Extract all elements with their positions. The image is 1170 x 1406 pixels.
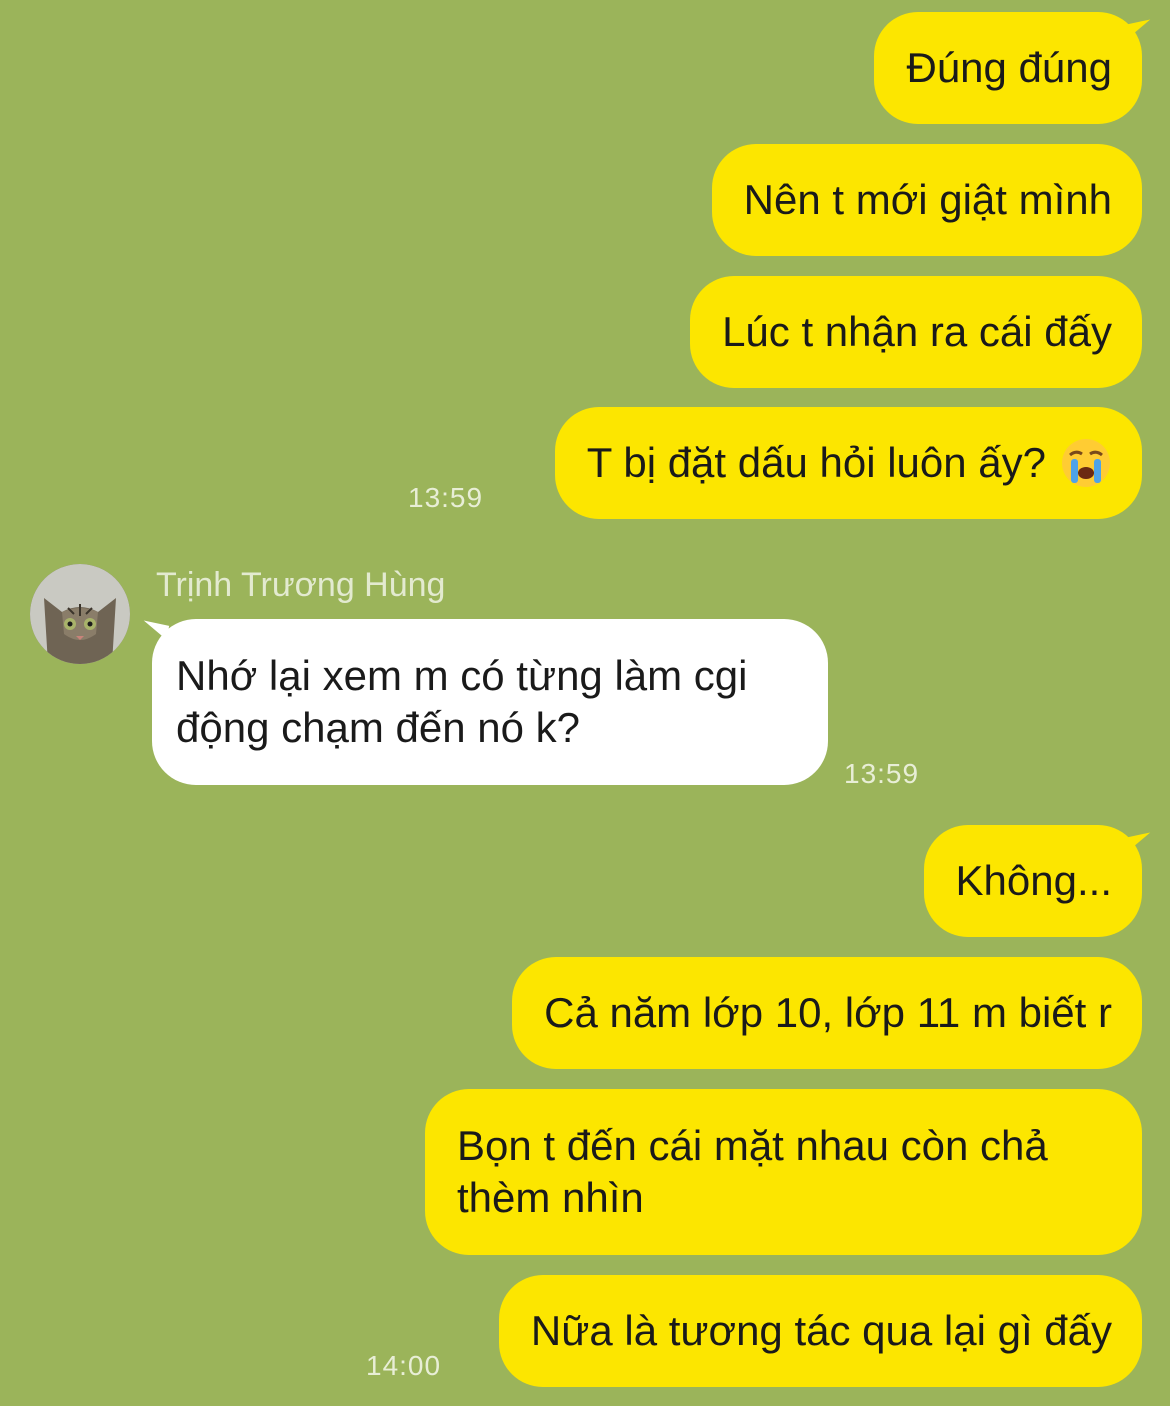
message-text: Nên t mới giật mình xyxy=(743,176,1112,223)
crying-face-icon xyxy=(1062,439,1110,487)
message-text: Cả năm lớp 10, lớp 11 m biết r xyxy=(544,989,1112,1036)
message-text-line: Bọn t đến cái mặt nhau còn chả xyxy=(457,1122,1048,1169)
message-text-line: thèm nhìn xyxy=(457,1174,644,1221)
message-timestamp: 14:00 xyxy=(366,1350,442,1381)
message-text: Nữa là tương tác qua lại gì đấy xyxy=(530,1307,1112,1354)
message-text: Đúng đúng xyxy=(906,44,1112,91)
message-timestamp: 13:59 xyxy=(408,482,484,513)
message-text: Lúc t nhận ra cái đấy xyxy=(722,308,1112,355)
message-text-line: Nhớ lại xem m có từng làm cgi xyxy=(176,652,748,699)
message-bubble-outgoing[interactable]: Đúng đúng xyxy=(874,12,1142,124)
avatar[interactable] xyxy=(30,564,130,664)
message-bubble-outgoing[interactable]: Không... xyxy=(923,825,1142,937)
message-bubble-outgoing[interactable]: Nữa là tương tác qua lại gì đấy xyxy=(498,1275,1142,1387)
message-text-line: động chạm đến nó k? xyxy=(176,704,580,751)
message-bubble-outgoing[interactable]: Bọn t đến cái mặt nhau còn chả thèm nhìn xyxy=(425,1089,1142,1255)
message-bubble-outgoing[interactable]: Cả năm lớp 10, lớp 11 m biết r xyxy=(512,957,1142,1069)
message-bubble-outgoing[interactable]: T bị đặt dấu hỏi luôn ấy? xyxy=(554,407,1142,519)
message-timestamp: 13:59 xyxy=(844,758,920,789)
cat-avatar-icon xyxy=(30,564,130,664)
message-bubble-outgoing[interactable]: Lúc t nhận ra cái đấy xyxy=(690,276,1142,388)
sender-name: Trịnh Trương Hùng xyxy=(156,566,446,604)
message-text: T bị đặt dấu hỏi luôn ấy? xyxy=(586,439,1046,486)
message-bubble-outgoing[interactable]: Nên t mới giật mình xyxy=(711,144,1142,256)
message-bubble-incoming[interactable]: Nhớ lại xem m có từng làm cgi động chạm … xyxy=(152,619,828,785)
message-text: Không... xyxy=(955,857,1112,904)
